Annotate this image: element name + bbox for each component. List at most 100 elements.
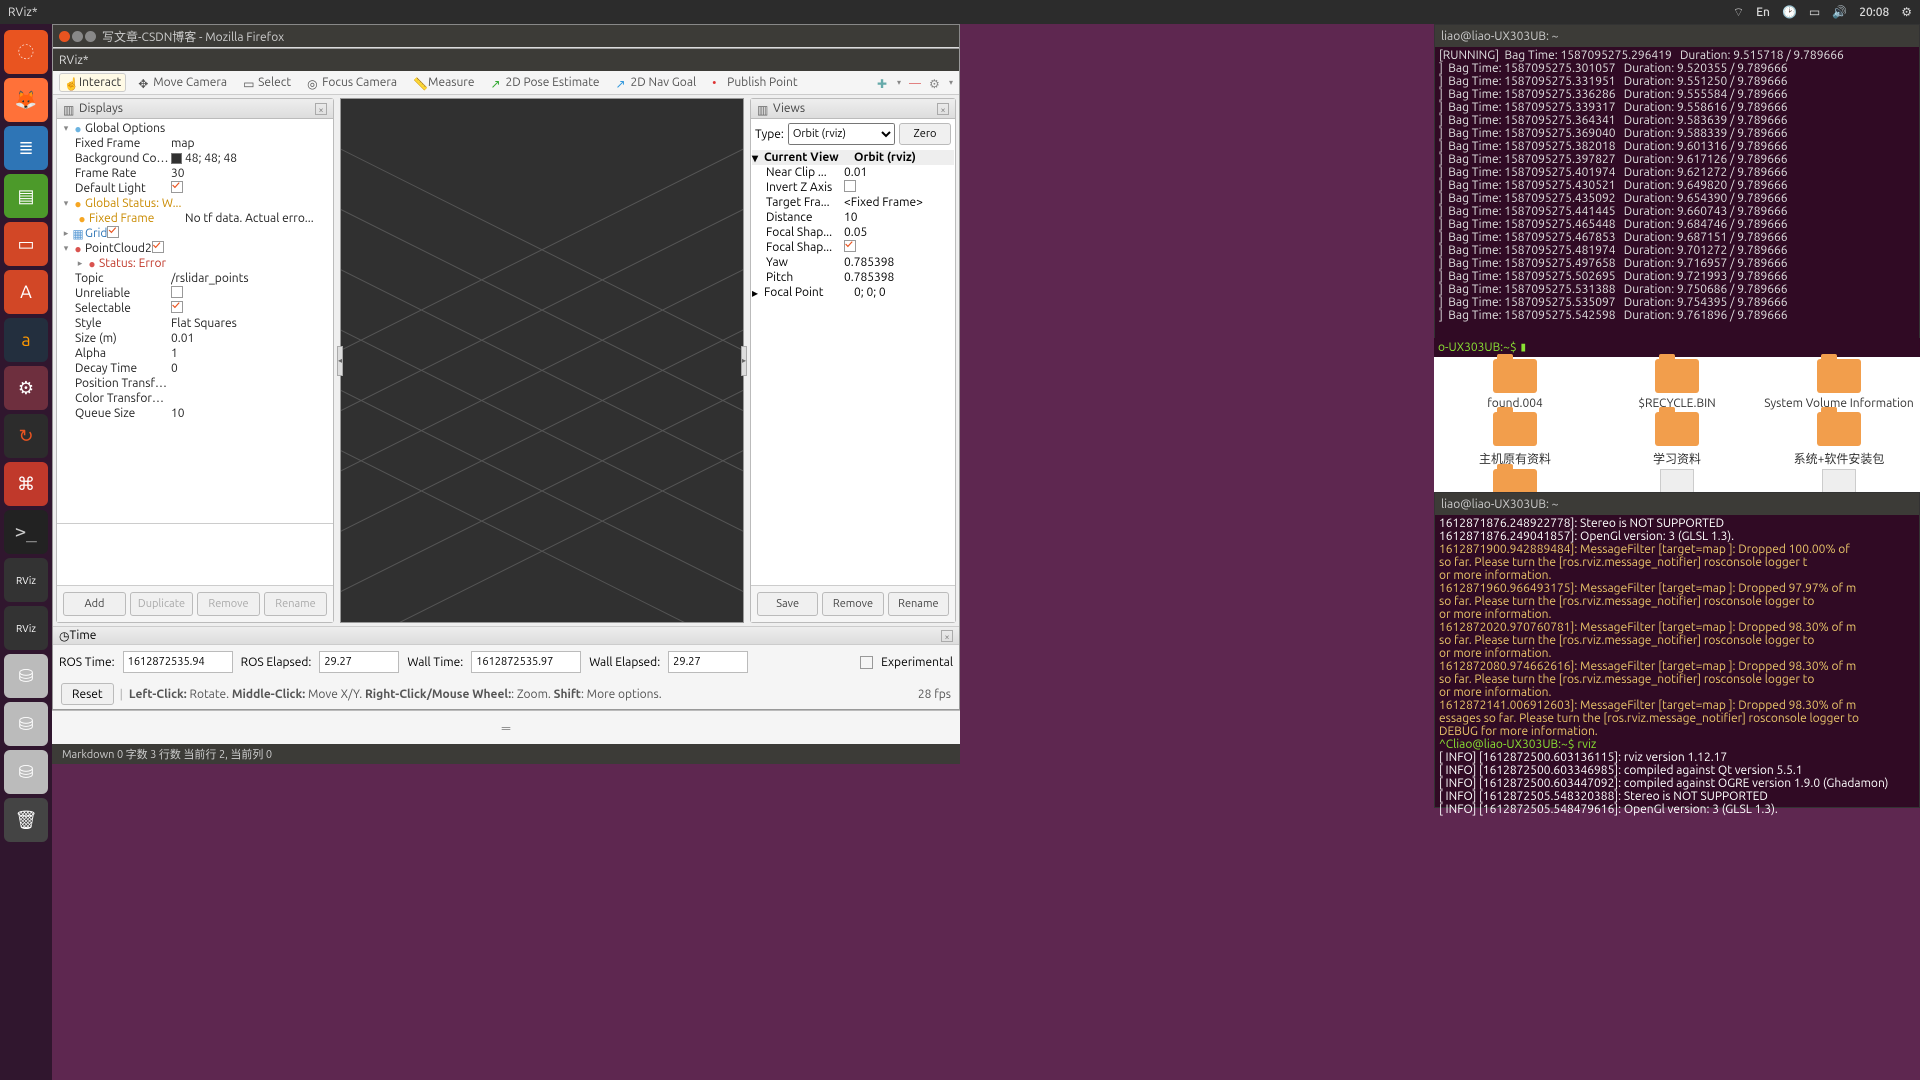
wifi-icon[interactable]: ⌔: [1733, 5, 1744, 20]
volume-icon[interactable]: 🔊: [1832, 5, 1847, 19]
launcher-ubuntu-dash[interactable]: ◌: [4, 30, 48, 74]
view-type-select[interactable]: Orbit (rviz): [788, 123, 895, 145]
3d-view[interactable]: [340, 98, 744, 623]
focus-camera-tool[interactable]: Focus Camera: [303, 74, 401, 91]
launcher-rviz-app-2[interactable]: RViz: [4, 606, 48, 650]
chevron-down-icon[interactable]: ▾: [949, 78, 953, 87]
rviz-titlebar[interactable]: RViz*: [53, 49, 959, 71]
active-window-title: RViz*: [8, 6, 1733, 19]
select-tool[interactable]: Select: [239, 74, 295, 91]
close-panel-icon[interactable]: ×: [941, 630, 953, 642]
launcher-settings[interactable]: ⚙: [4, 366, 48, 410]
move-icon: [138, 77, 150, 89]
displays-panel-header[interactable]: Displays×: [57, 99, 333, 119]
panel-icon: [63, 103, 75, 115]
rviz-toolbar: Interact Move Camera Select Focus Camera…: [53, 71, 959, 95]
reset-button[interactable]: Reset: [61, 683, 114, 705]
rename-button[interactable]: Rename: [264, 592, 327, 616]
lang-indicator[interactable]: En: [1756, 6, 1770, 19]
rviz-title: RViz*: [59, 54, 89, 67]
close-icon[interactable]: [59, 31, 70, 42]
checkbox[interactable]: [152, 241, 164, 253]
launcher-impress[interactable]: ▭: [4, 222, 48, 266]
ros-elapsed-label: ROS Elapsed:: [241, 656, 312, 669]
ros-elapsed-field[interactable]: [319, 651, 399, 673]
checkbox[interactable]: [844, 180, 856, 192]
terminal-rviz-log[interactable]: liao@liao-UX303UB: ~ 1612871876.24892277…: [1434, 492, 1920, 808]
checkbox[interactable]: [171, 286, 183, 298]
battery-icon[interactable]: ▭: [1809, 5, 1820, 19]
splitter-right[interactable]: ▸: [741, 346, 747, 376]
duplicate-button[interactable]: Duplicate: [130, 592, 193, 616]
terminal-output[interactable]: 1612871876.248922778]: Stereo is NOT SUP…: [1435, 515, 1919, 818]
file-label: found.004: [1487, 397, 1543, 410]
launcher-amazon[interactable]: a: [4, 318, 48, 362]
fps-readout: 28 fps: [918, 688, 951, 701]
terminal-output[interactable]: [RUNNING] Bag Time: 1587095275.296419 Du…: [1435, 47, 1919, 324]
launcher-reader[interactable]: ⌘: [4, 462, 48, 506]
launcher-drive-1[interactable]: ⛁: [4, 654, 48, 698]
maximize-icon[interactable]: [85, 31, 96, 42]
arrow-icon: [490, 77, 502, 89]
launcher-firefox[interactable]: 🦊: [4, 78, 48, 122]
rename-view-button[interactable]: Rename: [888, 592, 949, 616]
bluetooth-icon[interactable]: 🕑: [1782, 5, 1797, 19]
publish-point-tool[interactable]: Publish Point: [708, 74, 801, 91]
experimental-checkbox[interactable]: [860, 656, 873, 669]
launcher-software[interactable]: A: [4, 270, 48, 314]
gear-icon[interactable]: ⚙: [1901, 5, 1912, 19]
nav-goal-tool[interactable]: 2D Nav Goal: [612, 74, 701, 91]
launcher-terminal[interactable]: >_: [4, 510, 48, 554]
close-panel-icon[interactable]: ×: [937, 103, 949, 115]
minimize-icon[interactable]: [72, 31, 83, 42]
folder-icon: [1655, 412, 1699, 446]
launcher-rviz-app-1[interactable]: RViz: [4, 558, 48, 602]
displays-tree[interactable]: ▾Global Options Fixed Framemap Backgroun…: [57, 119, 333, 523]
minus-icon[interactable]: [909, 77, 921, 89]
remove-view-button[interactable]: Remove: [822, 592, 883, 616]
folder-icon: [1655, 359, 1699, 393]
point-icon: [712, 77, 724, 89]
gear-icon[interactable]: [929, 77, 941, 89]
ros-time-field[interactable]: [123, 651, 233, 673]
file-item[interactable]: 主机原有资料: [1434, 410, 1596, 467]
clock-icon: ◷: [59, 629, 69, 643]
file-label: 系统+软件安装包: [1794, 450, 1885, 467]
measure-tool[interactable]: Measure: [409, 74, 478, 91]
save-view-button[interactable]: Save: [757, 592, 818, 616]
chevron-down-icon[interactable]: ▾: [897, 78, 901, 87]
file-item[interactable]: $RECYCLE.BIN: [1596, 357, 1758, 410]
checkbox[interactable]: [171, 301, 183, 313]
launcher-trash[interactable]: 🗑: [4, 798, 48, 842]
launcher-writer[interactable]: ≣: [4, 126, 48, 170]
checkbox[interactable]: [107, 226, 119, 238]
checkbox[interactable]: [171, 181, 183, 193]
color-swatch[interactable]: [171, 153, 182, 164]
wall-time-field[interactable]: [471, 651, 581, 673]
file-item[interactable]: found.004: [1434, 357, 1596, 410]
checkbox[interactable]: [844, 240, 856, 252]
grid-icon: [71, 227, 85, 241]
launcher-drive-3[interactable]: ⛁: [4, 750, 48, 794]
wall-elapsed-field[interactable]: [668, 651, 748, 673]
file-item[interactable]: System Volume Information: [1758, 357, 1920, 410]
file-item[interactable]: 学习资料: [1596, 410, 1758, 467]
type-label: Type:: [755, 128, 784, 141]
view-properties[interactable]: ▾Current ViewOrbit (rviz) Near Clip ...0…: [751, 149, 955, 585]
remove-button[interactable]: Remove: [197, 592, 260, 616]
launcher-drive-2[interactable]: ⛁: [4, 702, 48, 746]
launcher-calc[interactable]: ▤: [4, 174, 48, 218]
add-button[interactable]: Add: [63, 592, 126, 616]
pose-estimate-tool[interactable]: 2D Pose Estimate: [486, 74, 603, 91]
zero-button[interactable]: Zero: [899, 123, 951, 145]
splitter-left[interactable]: ◂: [337, 346, 343, 376]
plus-icon[interactable]: [877, 77, 889, 89]
terminal-rosbag[interactable]: liao@liao-UX303UB: ~ [RUNNING] Bag Time:…: [1434, 24, 1920, 360]
close-panel-icon[interactable]: ×: [315, 103, 327, 115]
views-panel-header[interactable]: Views×: [751, 99, 955, 119]
file-item[interactable]: 系统+软件安装包: [1758, 410, 1920, 467]
clock[interactable]: 20:08: [1859, 6, 1889, 19]
launcher-updater[interactable]: ↻: [4, 414, 48, 458]
interact-tool[interactable]: Interact: [59, 73, 126, 92]
move-camera-tool[interactable]: Move Camera: [134, 74, 231, 91]
